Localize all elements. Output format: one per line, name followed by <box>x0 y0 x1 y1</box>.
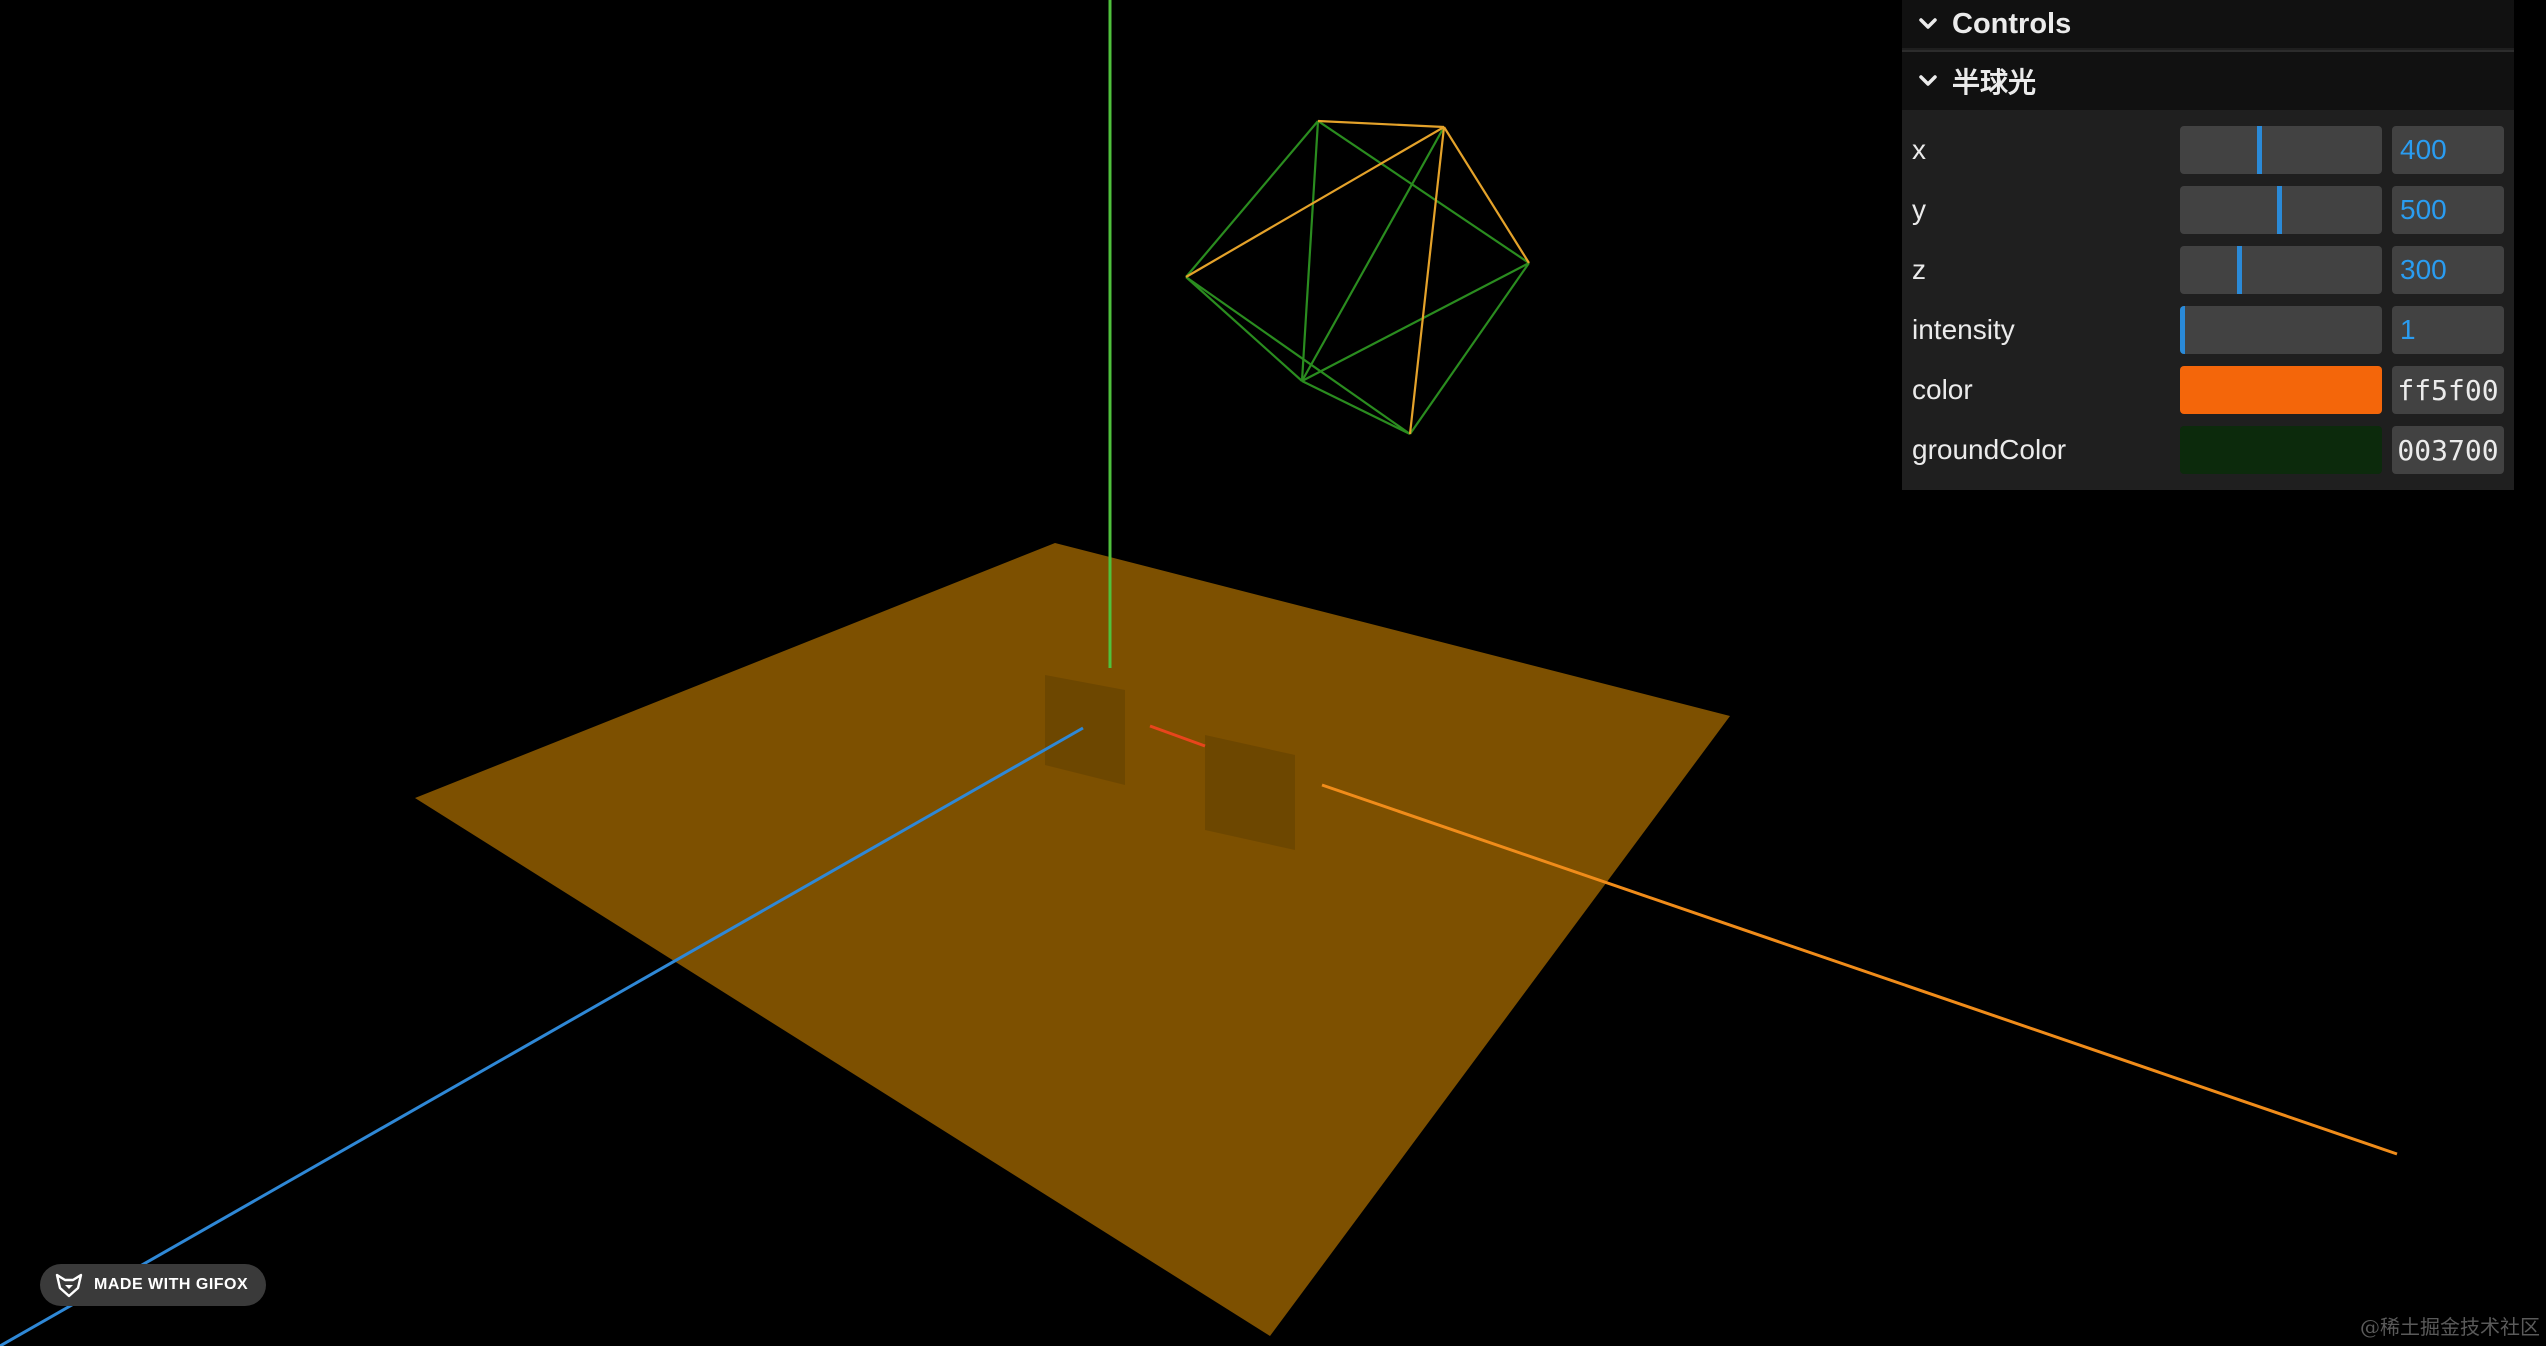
folder-title-bar[interactable]: 半球光 <box>1902 50 2514 110</box>
watermark: @稀土掘金技术社区 <box>2360 1315 2540 1339</box>
badge-label: MADE WITH GIFOX <box>94 1276 249 1293</box>
controls-title: Controls <box>1952 7 2072 40</box>
folder-title: 半球光 <box>1952 67 2037 98</box>
slider-handle[interactable] <box>2237 246 2243 294</box>
folder-controls: x 400 y 500 z 300 intensity 1 color ff5f… <box>1902 110 2514 490</box>
control-label: intensity <box>1912 314 2015 345</box>
intensity-slider[interactable] <box>2180 306 2382 354</box>
fox-icon <box>55 1273 83 1298</box>
light-helper <box>1185 119 1530 435</box>
control-label: z <box>1912 254 1926 285</box>
chevron-down-icon <box>1912 65 1944 97</box>
y-number-input[interactable]: 500 <box>2392 186 2504 234</box>
chevron-down-icon <box>1912 8 1944 40</box>
slider-handle[interactable] <box>2180 306 2185 354</box>
control-label: color <box>1912 374 1973 405</box>
controls-panel: Controls 半球光 x 400 y 500 z 300 intensity… <box>1902 0 2514 490</box>
control-row-groundcolor: groundColor 003700 <box>1902 420 2514 480</box>
color-swatch[interactable] <box>2180 366 2382 414</box>
control-label: x <box>1912 134 1926 165</box>
control-row-color: color ff5f00 <box>1902 360 2514 420</box>
slider-handle[interactable] <box>2256 126 2262 174</box>
x-number-input[interactable]: 400 <box>2392 126 2504 174</box>
control-row-x: x 400 <box>1902 120 2514 180</box>
controls-title-bar[interactable]: Controls <box>1902 0 2514 48</box>
box-2 <box>1205 735 1295 850</box>
ground-color-swatch[interactable] <box>2180 426 2382 474</box>
ground-color-hex-input[interactable]: 003700 <box>2392 426 2504 474</box>
slider-handle[interactable] <box>2276 186 2282 234</box>
control-row-z: z 300 <box>1902 240 2514 300</box>
ground-plane <box>415 543 1730 1336</box>
control-row-intensity: intensity 1 <box>1902 300 2514 360</box>
control-label: groundColor <box>1912 434 2067 465</box>
x-slider[interactable] <box>2180 126 2382 174</box>
z-number-input[interactable]: 300 <box>2392 246 2504 294</box>
intensity-number-input[interactable]: 1 <box>2392 306 2504 354</box>
y-slider[interactable] <box>2180 186 2382 234</box>
made-with-gifox-badge[interactable]: MADE WITH GIFOX <box>40 1264 267 1306</box>
color-hex-input[interactable]: ff5f00 <box>2392 366 2504 414</box>
z-slider[interactable] <box>2180 246 2382 294</box>
control-row-y: y 500 <box>1902 180 2514 240</box>
control-label: y <box>1912 194 1926 225</box>
